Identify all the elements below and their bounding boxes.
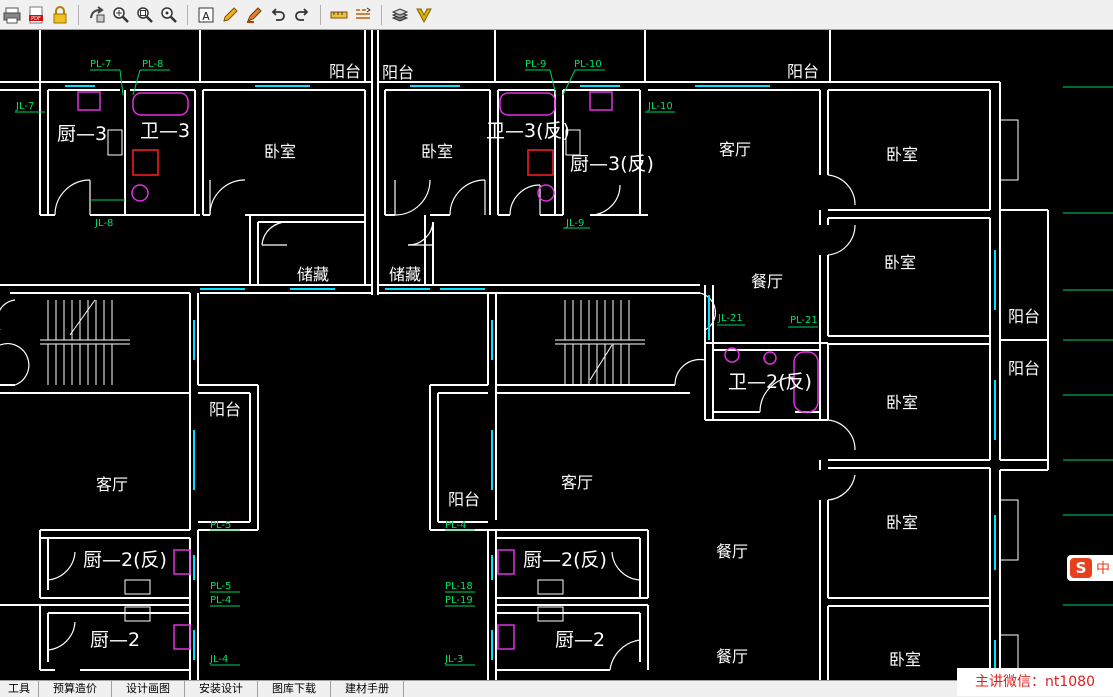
room-label: 阳台	[1008, 307, 1040, 326]
pipe-label: JL-4	[209, 654, 228, 665]
room-label: 储藏	[297, 265, 329, 284]
tab-budget[interactable]: 预算造价	[39, 681, 112, 697]
kitchen-label: 厨—3(反)	[570, 153, 654, 175]
print-icon[interactable]	[1, 4, 23, 26]
bathroom-label: 卫—3	[140, 120, 190, 142]
pipe-label: JL-10	[647, 101, 673, 112]
pencil-icon[interactable]	[219, 4, 241, 26]
bottom-tab-bar: 工具 预算造价 设计画图 安装设计 图库下载 建材手册	[0, 680, 1113, 697]
highlighter-icon[interactable]	[243, 4, 265, 26]
zoom-in-icon[interactable]	[110, 4, 132, 26]
pipe-label: PL-9	[525, 59, 546, 70]
pipe-label: PL-4	[210, 595, 231, 606]
drawing-canvas[interactable]: 阳台 阳台 阳台 阳台 阳台 阳台 阳台 卧室 卧室 卧室 卧室 卧室 卧室 卧…	[0, 30, 1113, 681]
layers-icon[interactable]	[389, 4, 411, 26]
kitchen-label: 厨—2(反)	[523, 549, 607, 571]
pipe-label: JL-9	[565, 218, 584, 229]
toolbar: PDF A	[0, 0, 1113, 30]
svg-text:A: A	[202, 10, 210, 23]
room-label: 阳台	[382, 63, 414, 82]
pipe-label: PL-18	[445, 581, 473, 592]
zoom-extents-icon[interactable]	[158, 4, 180, 26]
measure-icon[interactable]	[328, 4, 350, 26]
kitchen-label: 厨—3	[57, 123, 107, 145]
pipe-label: PL-8	[142, 59, 163, 70]
room-label: 卧室	[889, 650, 921, 669]
check-icon[interactable]	[413, 4, 435, 26]
room-label: 餐厅	[716, 542, 748, 561]
tab-design-drawing[interactable]: 设计画图	[112, 681, 185, 697]
room-label: 卧室	[886, 513, 918, 532]
svg-text:PDF: PDF	[31, 16, 41, 22]
ime-language-label: 中	[1096, 561, 1110, 577]
bathroom-label: 卫—2(反)	[728, 371, 812, 393]
room-label: 阳台	[1008, 359, 1040, 378]
room-label: 储藏	[389, 265, 421, 284]
room-label: 餐厅	[716, 647, 748, 666]
kitchen-label: 厨—2	[555, 629, 605, 651]
pipe-leaders	[15, 69, 818, 666]
room-label: 餐厅	[751, 272, 783, 291]
lock-icon[interactable]	[49, 4, 71, 26]
room-label: 卧室	[884, 253, 916, 272]
rotate-view-icon[interactable]	[86, 4, 108, 26]
room-label: 客厅	[561, 473, 593, 492]
bathroom-label: 卫—3(反)	[486, 120, 570, 142]
room-label: 卧室	[886, 393, 918, 412]
room-label: 客厅	[719, 140, 751, 159]
undo-icon[interactable]	[267, 4, 289, 26]
bay-windows	[999, 119, 1019, 681]
pipe-label: PL-19	[445, 595, 473, 606]
pipe-label: JL-3	[444, 654, 463, 665]
ime-indicator[interactable]: S 中	[1067, 555, 1113, 581]
room-label: 卧室	[886, 145, 918, 164]
kitchen-label: 厨—2	[90, 629, 140, 651]
pdf-icon[interactable]: PDF	[25, 4, 47, 26]
tab-installation-design[interactable]: 安装设计	[185, 681, 258, 697]
pipe-label: PL-5	[210, 520, 231, 531]
redo-icon[interactable]	[291, 4, 313, 26]
pipe-label: PL-7	[90, 59, 111, 70]
axis-lines	[1063, 86, 1113, 606]
toolbar-separator	[320, 4, 321, 25]
text-icon[interactable]: A	[195, 4, 217, 26]
room-label: 卧室	[421, 142, 453, 161]
dimension-icon[interactable]	[352, 4, 374, 26]
floor-plan: 阳台 阳台 阳台 阳台 阳台 阳台 阳台 卧室 卧室 卧室 卧室 卧室 卧室 卧…	[0, 30, 1113, 681]
ime-logo-icon: S	[1070, 558, 1092, 578]
tab-library-download[interactable]: 图库下载	[258, 681, 331, 697]
pipe-label: JL-8	[94, 218, 113, 229]
pipe-label: PL-4	[445, 520, 466, 531]
tab-tools[interactable]: 工具	[0, 681, 39, 697]
toolbar-separator	[78, 4, 79, 25]
pipe-label: PL-21	[790, 315, 818, 326]
stairs	[40, 299, 645, 385]
room-label: 阳台	[209, 400, 241, 419]
room-label: 卧室	[264, 142, 296, 161]
room-label: 阳台	[448, 490, 480, 509]
room-label: 阳台	[329, 62, 361, 81]
pipe-label: JL-7	[15, 101, 34, 112]
room-labels: 阳台 阳台 阳台 阳台 阳台 阳台 阳台 卧室 卧室 卧室 卧室 卧室 卧室 卧…	[96, 62, 1040, 669]
kitchen-label: 厨—2(反)	[83, 549, 167, 571]
toolbar-separator	[187, 4, 188, 25]
pipe-label: JL-21	[717, 313, 743, 324]
pipe-label: PL-5	[210, 581, 231, 592]
room-label: 客厅	[96, 475, 128, 494]
pipe-label: PL-10	[574, 59, 602, 70]
tab-material-manual[interactable]: 建材手册	[331, 681, 404, 697]
room-label: 阳台	[787, 62, 819, 81]
wechat-watermark: 主讲微信：nt1080	[957, 668, 1113, 696]
zoom-window-icon[interactable]	[134, 4, 156, 26]
toolbar-separator	[381, 4, 382, 25]
door-swings	[0, 174, 856, 671]
